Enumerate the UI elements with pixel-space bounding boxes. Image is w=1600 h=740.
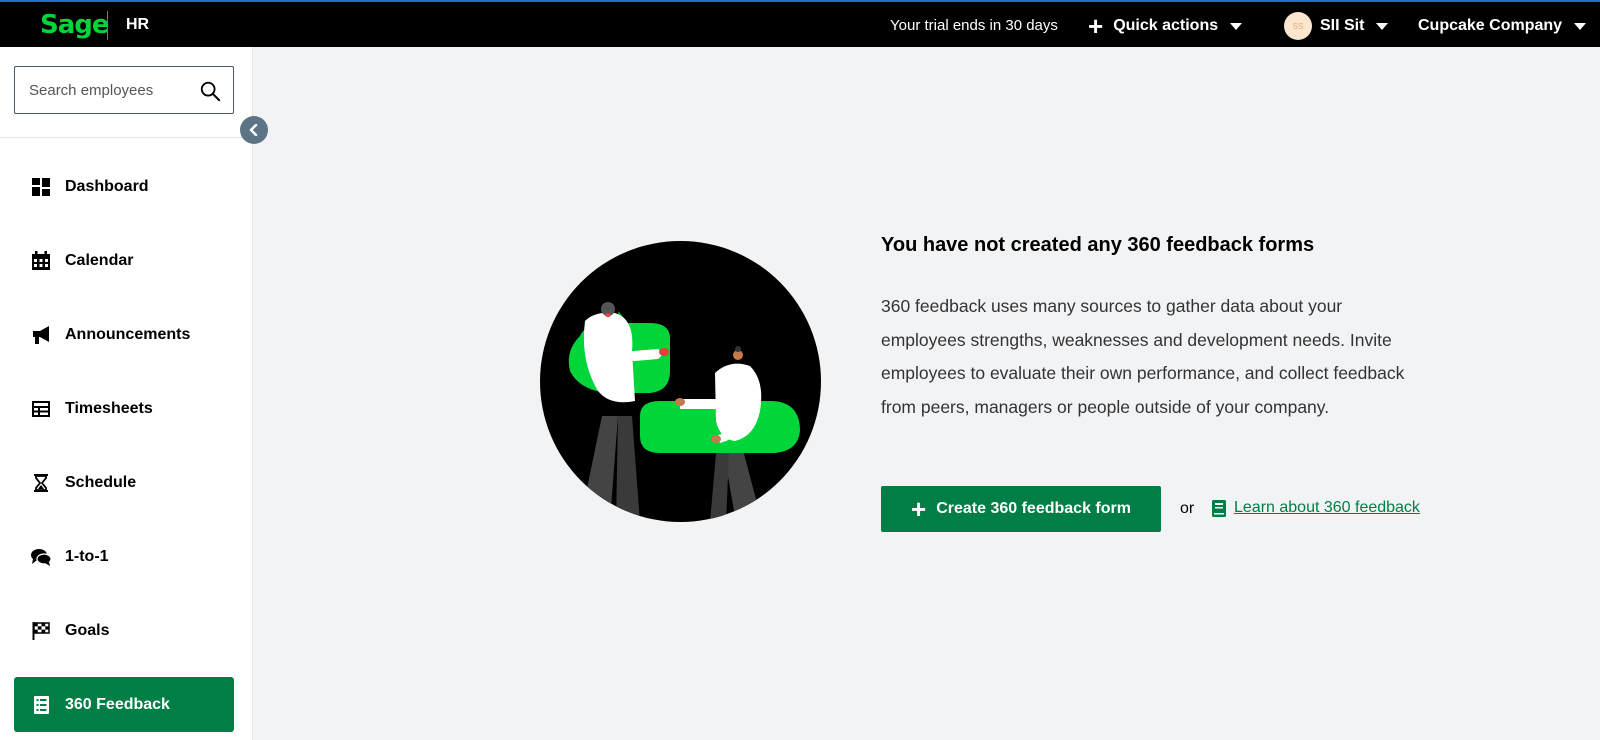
- sidebar-item-label: 1-to-1: [65, 547, 109, 565]
- collapse-sidebar-button[interactable]: [240, 116, 268, 144]
- search-box: [14, 66, 234, 114]
- empty-state-illustration: [540, 241, 821, 522]
- sidebar-item-1-to-1[interactable]: 1-to-1: [14, 529, 234, 584]
- learn-about-360-link[interactable]: Learn about 360 feedback: [1212, 499, 1420, 517]
- chat-icon: [31, 547, 51, 567]
- sidebar-divider: [0, 137, 253, 138]
- create-360-feedback-button[interactable]: + Create 360 feedback form: [881, 486, 1161, 532]
- empty-state-description: 360 feedback uses many sources to gather…: [881, 296, 1405, 417]
- sidebar-item-label: Timesheets: [65, 399, 153, 417]
- user-name: SII Sit: [1320, 17, 1365, 34]
- sidebar-item-goals[interactable]: Goals: [14, 603, 234, 658]
- dashboard-icon: [31, 177, 51, 197]
- sidebar-item-calendar[interactable]: Calendar: [14, 233, 234, 288]
- megaphone-icon: [31, 325, 51, 345]
- chevron-down-icon: [1574, 22, 1587, 30]
- company-switcher[interactable]: Cupcake Company: [1418, 12, 1587, 40]
- search-icon[interactable]: [199, 80, 221, 102]
- or-text: or: [1180, 500, 1195, 517]
- table-icon: [31, 399, 51, 419]
- sidebar-item-label: Calendar: [65, 251, 134, 269]
- product-name: HR: [126, 16, 150, 33]
- checkered-flag-icon: [31, 621, 51, 641]
- search-input[interactable]: [29, 81, 189, 99]
- logo-divider: [107, 11, 108, 40]
- learn-link-label: Learn about 360 feedback: [1234, 499, 1420, 516]
- chevron-down-icon: [1230, 22, 1243, 30]
- sidebar-item-dashboard[interactable]: Dashboard: [14, 159, 234, 214]
- sidebar-item-360-feedback[interactable]: 360 Feedback: [14, 677, 234, 732]
- sidebar-item-timesheets[interactable]: Timesheets: [14, 381, 234, 436]
- book-icon: [1212, 499, 1226, 517]
- empty-state-heading: You have not created any 360 feedback fo…: [881, 234, 1315, 256]
- sidebar-item-label: 360 Feedback: [65, 695, 170, 713]
- calendar-icon: [31, 251, 51, 271]
- sidebar-item-label: Announcements: [65, 325, 191, 343]
- chevron-left-icon: [249, 124, 258, 136]
- trial-notice: Your trial ends in 30 days: [890, 17, 1058, 34]
- top-bar: Sage HR Your trial ends in 30 days + Qui…: [0, 0, 1600, 47]
- sidebar-item-label: Goals: [65, 621, 110, 639]
- sidebar-item-label: Schedule: [65, 473, 137, 491]
- sidebar-item-announcements[interactable]: Announcements: [14, 307, 234, 362]
- company-name: Cupcake Company: [1418, 17, 1563, 34]
- sidebar-item-schedule[interactable]: Schedule: [14, 455, 234, 510]
- sidebar: Dashboard Calendar Announcements Timeshe…: [0, 47, 253, 740]
- form-list-icon: [31, 695, 51, 715]
- quick-actions-button[interactable]: + Quick actions: [1088, 11, 1243, 41]
- sidebar-item-label: Dashboard: [65, 177, 149, 195]
- quick-actions-label: Quick actions: [1113, 17, 1219, 34]
- user-menu[interactable]: SS SII Sit: [1284, 12, 1389, 40]
- sage-logo[interactable]: Sage: [40, 10, 110, 40]
- chevron-down-icon: [1376, 22, 1389, 30]
- hourglass-icon: [31, 473, 51, 493]
- plus-icon: +: [911, 494, 927, 524]
- plus-icon: +: [1088, 11, 1104, 41]
- create-button-label: Create 360 feedback form: [936, 500, 1131, 517]
- avatar: SS: [1284, 12, 1312, 40]
